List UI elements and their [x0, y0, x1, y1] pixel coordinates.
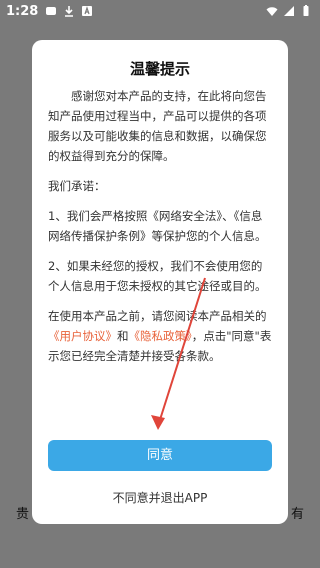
battery-icon	[303, 5, 309, 16]
intro-paragraph: 感谢您对本产品的支持，在此将向您告知产品使用过程当中，产品可以提供的各项服务以及…	[48, 89, 267, 163]
promise-item-1: 1、我们会严格按照《网络安全法》、《信息网络传播保护条例》等保护您的个人信息。	[48, 209, 267, 243]
background-text-right: 有	[290, 507, 304, 522]
signal-icon	[284, 6, 294, 16]
consent-prefix: 在使用本产品之前，请您阅读本产品相关的	[48, 309, 267, 323]
dialog-body: 感谢您对本产品的支持，在此将向您告知产品使用过程当中，产品可以提供的各项服务以及…	[48, 86, 272, 376]
decline-exit-link[interactable]: 不同意并退出APP	[32, 489, 288, 506]
consent-paragraph: 在使用本产品之前，请您阅读本产品相关的《用户协议》和《隐私政策》，点击"同意"表…	[48, 306, 272, 366]
consent-and: 和	[117, 329, 129, 343]
promise-item-2: 2、如果未经您的授权，我们不会使用您的个人信息用于您未授权的其它途径或目的。	[48, 259, 267, 293]
user-agreement-link[interactable]: 《用户协议》	[48, 329, 117, 343]
privacy-policy-link[interactable]: 《隐私政策》	[129, 329, 192, 343]
background-text-left: 贵	[16, 507, 30, 522]
wifi-icon	[266, 7, 278, 16]
dialog-title: 温馨提示	[129, 60, 190, 78]
status-time: 1:28	[6, 4, 39, 19]
status-icons-right	[266, 5, 312, 17]
notification-icon	[46, 7, 56, 15]
download-icon	[65, 6, 73, 17]
status-bar: 1:28	[0, 0, 320, 24]
agree-button[interactable]: 同意	[48, 440, 272, 471]
status-icons-left	[45, 5, 93, 17]
app-icon	[82, 6, 92, 16]
promise-heading: 我们承诺：	[48, 179, 106, 193]
privacy-dialog: 温馨提示 感谢您对本产品的支持，在此将向您告知产品使用过程当中，产品可以提供的各…	[32, 40, 288, 524]
